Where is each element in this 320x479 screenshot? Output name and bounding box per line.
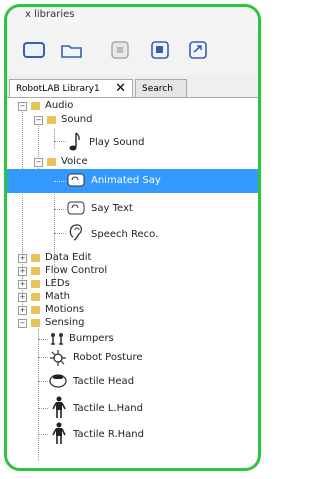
tree-item-label: Audio	[45, 100, 74, 111]
export-icon	[189, 41, 207, 59]
folder-icon	[31, 267, 40, 275]
tree-item-label: Tactile L.Hand	[73, 403, 143, 414]
feet-icon	[51, 333, 63, 345]
tree-item-label: Speech Reco.	[91, 229, 159, 240]
tree-item-label: Play Sound	[89, 137, 145, 148]
tree-item-label: Sensing	[45, 317, 85, 328]
tree-item-say-text[interactable]: Say Text	[7, 197, 258, 221]
tab-label: Search	[142, 84, 173, 94]
speech-bubble-icon	[67, 201, 85, 215]
head-icon	[49, 374, 67, 388]
folder-icon	[31, 102, 40, 110]
tree-item-label: Data Edit	[45, 252, 92, 263]
toolbar	[7, 27, 258, 76]
collapse-icon[interactable]: −	[34, 116, 43, 125]
robot-figure-icon	[52, 422, 66, 444]
disabled-button[interactable]	[107, 39, 133, 61]
library-tree: − Audio − Sound Play Sound − Voice Anima…	[7, 97, 258, 468]
tree-item-audio[interactable]: − Audio	[7, 99, 258, 113]
folder-icon	[47, 116, 56, 124]
window-title: x libraries	[25, 9, 75, 20]
tree-item-label: Bumpers	[69, 333, 114, 344]
disabled-icon	[111, 41, 129, 59]
folder-icon	[47, 158, 56, 166]
open-icon	[61, 45, 82, 58]
tree-item-animated-say[interactable]: Animated Say	[7, 169, 258, 193]
folder-icon	[31, 319, 40, 327]
music-note-icon	[69, 132, 80, 151]
tree-item-sound[interactable]: − Sound	[7, 113, 258, 127]
tree-item-play-sound[interactable]: Play Sound	[7, 129, 258, 155]
tree-item-label: Tactile R.Hand	[73, 429, 144, 440]
collapse-icon[interactable]: −	[18, 319, 27, 328]
expand-icon[interactable]: +	[18, 254, 27, 263]
folder-icon	[31, 306, 40, 314]
tree-item-sensing[interactable]: − Sensing	[7, 317, 258, 329]
tree-item-label: Animated Say	[91, 175, 161, 186]
library-panel: x libraries RobotLAB Library1 ✕ Search −…	[4, 4, 261, 471]
tree-item-leds[interactable]: + LEDs	[7, 278, 258, 290]
expand-icon[interactable]: +	[18, 293, 27, 302]
tree-item-label: LEDs	[45, 278, 70, 289]
tree-item-label: Flow Control	[45, 265, 108, 276]
tree-item-label: Motions	[45, 304, 85, 315]
tree-item-math[interactable]: + Math	[7, 291, 258, 303]
tab-robotlab-library[interactable]: RobotLAB Library1 ✕	[9, 79, 133, 97]
tree-item-label: Tactile Head	[73, 376, 135, 387]
collapse-icon[interactable]: −	[18, 102, 27, 111]
collapse-icon[interactable]: −	[34, 158, 43, 167]
tree-item-motions[interactable]: + Motions	[7, 304, 258, 316]
tree-item-label: Robot Posture	[73, 352, 143, 363]
save-icon	[151, 41, 169, 59]
tree-item-data-edit[interactable]: + Data Edit	[7, 252, 258, 264]
folder-icon	[31, 280, 40, 288]
robot-figure-icon	[52, 396, 66, 418]
tree-item-bumpers[interactable]: Bumpers	[7, 331, 258, 347]
ear-icon	[69, 224, 83, 241]
folder-icon	[31, 293, 40, 301]
speech-bubble-icon	[67, 173, 85, 187]
export-button[interactable]	[185, 39, 211, 61]
close-icon[interactable]: ✕	[115, 80, 126, 98]
tab-label: RobotLAB Library1	[16, 84, 100, 94]
tree-item-label: Voice	[61, 156, 88, 167]
save-button[interactable]	[147, 39, 173, 61]
tree-item-tactile-lhand[interactable]: Tactile L.Hand	[7, 395, 258, 421]
tree-item-tactile-head[interactable]: Tactile Head	[7, 369, 258, 393]
folder-icon	[31, 254, 40, 262]
tree-item-flow-control[interactable]: + Flow Control	[7, 265, 258, 277]
expand-icon[interactable]: +	[18, 267, 27, 276]
new-icon	[23, 42, 45, 58]
new-button[interactable]	[21, 39, 47, 61]
tree-item-speech-reco[interactable]: Speech Reco.	[7, 221, 258, 247]
tab-search[interactable]: Search	[135, 79, 187, 97]
posture-icon	[50, 350, 66, 366]
tree-item-label: Say Text	[91, 203, 133, 214]
expand-icon[interactable]: +	[18, 280, 27, 289]
tab-bar: RobotLAB Library1 ✕ Search	[7, 75, 258, 98]
tree-item-label: Sound	[61, 114, 93, 125]
title-bar: x libraries	[7, 7, 258, 28]
tree-item-robot-posture[interactable]: Robot Posture	[7, 347, 258, 369]
expand-icon[interactable]: +	[18, 306, 27, 315]
tree-item-tactile-rhand[interactable]: Tactile R.Hand	[7, 421, 258, 447]
tree-item-label: Math	[45, 291, 71, 302]
tree-item-voice[interactable]: − Voice	[7, 155, 258, 169]
open-button[interactable]	[59, 39, 85, 61]
